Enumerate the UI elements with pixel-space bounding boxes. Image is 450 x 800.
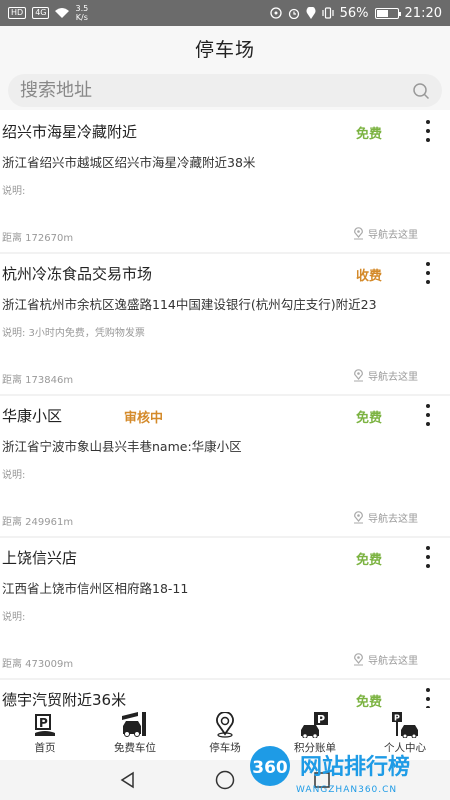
status-right: 56% 21:20 — [269, 5, 442, 21]
map-pin-icon — [354, 369, 363, 382]
hd-badge: HD — [8, 7, 27, 19]
parking-address: 浙江省绍兴市越城区绍兴市海星冷藏附近38米 — [2, 155, 256, 170]
more-options-icon[interactable] — [420, 262, 436, 284]
search-box[interactable] — [8, 74, 442, 107]
back-triangle-icon — [120, 771, 135, 789]
parking-list: 绍兴市海星冷藏附近 免费 浙江省绍兴市越城区绍兴市海星冷藏附近38米 说明: 距离 17… — [0, 112, 450, 708]
tab-home-label: 首页 — [34, 742, 56, 754]
parking-distance: 距离 473009m — [2, 659, 74, 670]
battery-fill — [376, 9, 388, 17]
battery-percent: 56% — [339, 5, 369, 21]
more-options-icon[interactable] — [420, 404, 436, 426]
svg-text:P: P — [39, 716, 48, 730]
parking-card[interactable]: 绍兴市海星冷藏附近 免费浙江省绍兴市越城区绍兴市海星冷藏附近38米说明: 距离 17… — [0, 112, 450, 252]
parking-name: 德宇汽贸附近36米 — [2, 691, 127, 708]
fee-badge: 免费 — [355, 411, 382, 426]
parking-distance: 距离 173846m — [2, 375, 74, 386]
tab-profile[interactable]: P 个人中心 — [360, 708, 450, 760]
svg-text:P: P — [394, 714, 400, 723]
speed-value: 3.5 — [75, 4, 89, 13]
parking-card[interactable]: 华康小区 审核中 免费浙江省宁波市象山县兴丰巷name:华康小区说明: 距离 2499… — [0, 396, 450, 536]
review-status: 审核中 — [123, 411, 163, 426]
parking-address: 江西省上饶市信州区相府路18-11 — [2, 581, 189, 596]
more-options-icon[interactable] — [420, 688, 436, 708]
parking-card[interactable]: 杭州冷冻食品交易市场 收费浙江省杭州市余杭区逸盛路114中国建设银行(杭州勾庄支行… — [0, 254, 450, 394]
map-pin-icon — [354, 511, 363, 524]
speed-unit: K/s — [75, 13, 88, 22]
network-speed: 3.5 K/s — [75, 4, 88, 22]
svg-text:P: P — [317, 713, 325, 726]
tab-parking-lot-label: 停车场 — [209, 742, 241, 754]
tab-free-spots-label: 免费车位 — [114, 742, 156, 754]
tab-profile-label: 个人中心 — [384, 742, 426, 754]
navigate-label: 导航去这里 — [368, 514, 418, 525]
home-button[interactable] — [215, 770, 235, 790]
parking-sign-icon: P — [30, 711, 60, 739]
tab-free-spots[interactable]: 免费车位 — [90, 708, 180, 760]
parking-name: 华康小区 — [2, 407, 63, 425]
battery-icon — [374, 7, 401, 19]
network-4g-badge: 4G — [32, 7, 50, 19]
fee-badge: 免费 — [355, 127, 382, 142]
tab-home[interactable]: P 首页 — [0, 708, 90, 760]
wifi-icon — [55, 8, 70, 18]
navigate-label: 导航去这里 — [368, 372, 418, 383]
location-icon — [306, 7, 316, 19]
tab-parking-lot[interactable]: 停车场 — [180, 708, 270, 760]
parking-distance: 距离 172670m — [2, 233, 74, 244]
parking-distance: 距离 249961m — [2, 517, 74, 528]
navigate-link[interactable]: 导航去这里 — [353, 368, 418, 383]
navigate-link[interactable]: 导航去这里 — [353, 226, 418, 241]
parking-card[interactable]: 上饶信兴店 免费江西省上饶市信州区相府路18-11 说明: 距离 473009m 导航去… — [0, 538, 450, 678]
parking-address: 浙江省杭州市余杭区逸盛路114中国建设银行(杭州勾庄支行)附近23 — [2, 297, 377, 312]
parking-note: 说明: — [2, 186, 26, 197]
parking-name: 杭州冷冻食品交易市场 — [2, 265, 153, 283]
home-circle-icon — [215, 770, 235, 790]
location-pin-icon — [210, 711, 240, 739]
page-title: 停车场 — [194, 38, 255, 61]
fee-badge: 收费 — [355, 269, 382, 284]
search-bar — [0, 70, 450, 110]
tab-points-bill-label: 积分账单 — [294, 742, 336, 754]
parking-address: 浙江省宁波市象山县兴丰巷name:华康小区 — [2, 439, 242, 454]
navigate-link[interactable]: 导航去这里 — [353, 652, 418, 667]
back-button[interactable] — [118, 770, 138, 790]
car-barrier-icon — [120, 711, 150, 739]
bottom-nav: P 首页 免费车位 停车场 P 积分账单 P 个人中心 — [0, 708, 450, 760]
app-header: 停车场 — [0, 26, 450, 70]
parking-garage-icon: P — [390, 711, 420, 739]
alarm-icon — [288, 8, 299, 19]
system-nav-bar — [0, 760, 450, 800]
status-time: 21:20 — [404, 5, 442, 21]
nfc-icon — [269, 7, 282, 19]
parking-note: 说明: — [2, 470, 26, 481]
search-input[interactable] — [20, 80, 412, 101]
navigate-label: 导航去这里 — [368, 230, 418, 241]
map-pin-icon — [354, 653, 363, 666]
fee-badge: 免费 — [355, 553, 382, 568]
recents-square-icon — [313, 772, 330, 788]
parking-name: 绍兴市海星冷藏附近 — [2, 123, 138, 141]
parking-note: 说明: — [2, 612, 26, 623]
navigate-link[interactable]: 导航去这里 — [353, 510, 418, 525]
fee-badge: 免费 — [355, 695, 382, 708]
status-bar: HD 4G 3.5 K/s 56% 21:20 — [0, 0, 450, 26]
map-pin-icon — [354, 227, 363, 240]
status-left: HD 4G 3.5 K/s — [8, 4, 88, 22]
more-options-icon[interactable] — [420, 546, 436, 568]
search-icon[interactable] — [412, 82, 430, 100]
vibrate-icon — [322, 7, 334, 19]
parking-card[interactable]: 德宇汽贸附近36米 免费 — [0, 680, 450, 708]
recents-button[interactable] — [312, 770, 332, 790]
car-parking-icon: P — [300, 711, 330, 739]
navigate-label: 导航去这里 — [368, 656, 418, 667]
parking-note: 说明: 3小时内免费，凭购物发票 — [2, 328, 145, 339]
tab-points-bill[interactable]: P 积分账单 — [270, 708, 360, 760]
more-options-icon[interactable] — [420, 120, 436, 142]
parking-name: 上饶信兴店 — [2, 549, 78, 567]
